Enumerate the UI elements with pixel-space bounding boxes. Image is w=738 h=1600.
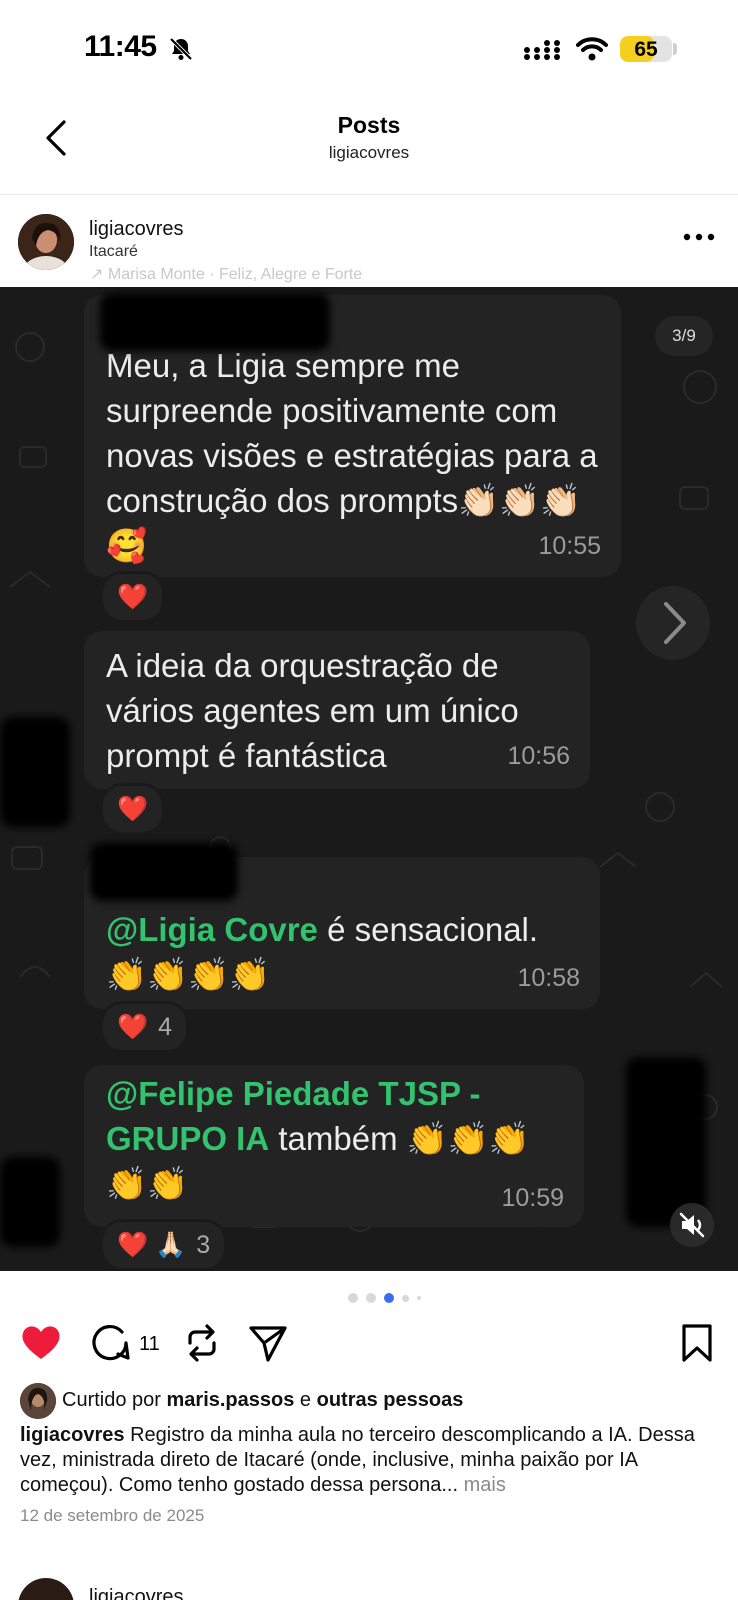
speaker-muted-icon: [679, 1212, 705, 1238]
header-divider: [0, 194, 738, 195]
music-arrow-icon: ↗: [90, 266, 108, 283]
author-username[interactable]: ligiacovres: [89, 218, 183, 241]
reaction-pill: ❤️ 🙏🏻 3: [100, 1219, 228, 1271]
post-caption: ligiacovres Registro da minha aula no te…: [20, 1423, 720, 1498]
carousel-dot: [402, 1294, 409, 1302]
chat-message-bubble: A ideia da orquestração de vários agente…: [84, 631, 590, 789]
reaction-emoji: ❤️: [117, 582, 149, 611]
chat-message-time: 10:59: [501, 1184, 564, 1212]
like-heart-icon[interactable]: [20, 1323, 62, 1361]
carousel-dot: [417, 1296, 421, 1300]
reaction-pill: ❤️: [100, 783, 166, 835]
reaction-emoji: ❤️ 🙏🏻: [117, 1230, 187, 1259]
battery-percent: 65: [634, 38, 658, 61]
mention-at: @: [106, 911, 139, 948]
post-media-carousel[interactable]: Meu, a Ligia sempre me surpreende positi…: [0, 287, 738, 1271]
redacted-sender-name: [90, 843, 238, 901]
bell-slash-icon: [169, 37, 193, 61]
liked-by-others[interactable]: outras pessoas: [317, 1389, 464, 1411]
avatar-portrait-icon: [20, 1383, 56, 1419]
redacted-avatar: [0, 717, 70, 827]
carousel-dot-active: [384, 1293, 394, 1303]
chat-message-text: A ideia da orquestração de vários agente…: [106, 647, 519, 774]
bookmark-icon[interactable]: [680, 1323, 714, 1363]
liked-by-mid: e: [294, 1389, 317, 1411]
share-send-icon[interactable]: [248, 1323, 288, 1363]
comment-icon[interactable]: [90, 1323, 130, 1363]
repost-icon[interactable]: [182, 1323, 222, 1363]
post-date: 12 de setembro de 2025: [20, 1506, 205, 1525]
caption-more-link[interactable]: mais: [458, 1474, 506, 1496]
reaction-emoji: ❤️: [117, 1012, 149, 1041]
mention-at: @: [106, 1075, 139, 1112]
chat-message-time: 10:55: [538, 532, 601, 560]
liked-by-text[interactable]: Curtido por maris.passos e outras pessoa…: [62, 1389, 463, 1412]
post-music[interactable]: ↗ Marisa Monte · Feliz, Alegre e Forte: [90, 264, 362, 284]
next-post-username[interactable]: ligiacovres: [89, 1586, 183, 1600]
wifi-icon: [576, 37, 608, 61]
comment-count[interactable]: 11: [139, 1333, 160, 1356]
liked-by-prefix: Curtido por: [62, 1389, 167, 1411]
redacted-region: [626, 1057, 706, 1227]
battery-icon: 65: [620, 36, 672, 62]
mention-name: Ligia Covre: [138, 911, 318, 948]
post-location[interactable]: Itacaré: [89, 243, 138, 261]
reaction-count: 3: [196, 1230, 211, 1259]
music-label: Marisa Monte · Feliz, Alegre e Forte: [107, 266, 363, 283]
chat-message-bubble: @Felipe Piedade TJSP - GRUPO IA também 👏…: [84, 1065, 584, 1227]
chat-message-text: Meu, a Ligia sempre me surpreende positi…: [106, 347, 598, 564]
page-title: Posts: [337, 112, 401, 138]
carousel-counter: 3/9: [655, 316, 713, 356]
more-options-icon[interactable]: [682, 232, 716, 242]
carousel-next-button[interactable]: [636, 586, 710, 660]
chat-message-time: 10:56: [507, 742, 570, 770]
reaction-count: 4: [158, 1012, 173, 1041]
reaction-emoji: ❤️: [117, 794, 149, 823]
carousel-dot: [348, 1293, 358, 1303]
page-subtitle[interactable]: ligiacovres: [0, 143, 738, 163]
author-avatar[interactable]: [18, 214, 74, 270]
caption-username[interactable]: ligiacovres: [20, 1424, 125, 1446]
redacted-avatar: [0, 1157, 60, 1247]
reaction-pill: ❤️ 4: [100, 1001, 190, 1053]
carousel-dot: [366, 1293, 376, 1303]
chevron-right-icon: [664, 602, 686, 644]
liked-by-user[interactable]: maris.passos: [167, 1389, 295, 1411]
avatar-portrait-icon: [18, 214, 74, 270]
mute-toggle-button[interactable]: [670, 1203, 714, 1247]
next-post-avatar[interactable]: [18, 1578, 74, 1600]
status-time: 11:45: [84, 30, 157, 63]
reaction-pill: ❤️: [100, 571, 166, 623]
chat-message-time: 10:58: [517, 964, 580, 992]
liker-avatar[interactable]: [20, 1383, 56, 1419]
battery-nub: [673, 43, 677, 55]
cellular-signal-icon: [524, 40, 560, 60]
redacted-sender-name: [100, 293, 330, 351]
